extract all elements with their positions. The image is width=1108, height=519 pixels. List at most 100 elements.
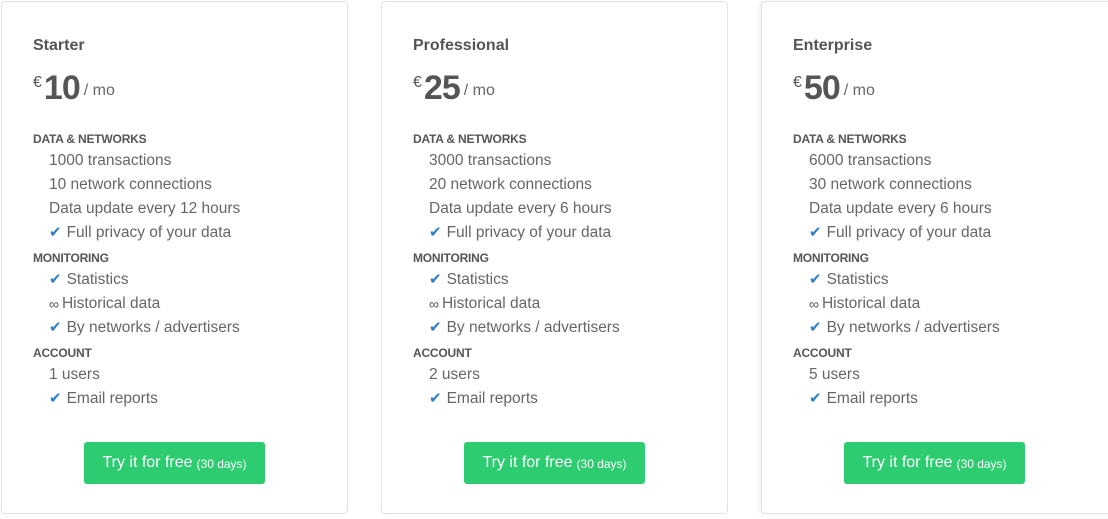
feature-item: ✔ Statistics xyxy=(33,268,337,292)
feature-item: Data update every 6 hours xyxy=(793,197,1108,221)
feature-item: ✔ By networks / advertisers xyxy=(793,316,1108,340)
feature-section: ACCOUNT 1 users ✔ Email reports xyxy=(33,344,337,411)
feature-item: Data update every 12 hours xyxy=(33,197,337,221)
feature-item: ∞ Historical data xyxy=(413,292,717,316)
feature-text: Historical data xyxy=(821,295,921,312)
feature-text: 1 users xyxy=(49,366,100,383)
feature-item: 1000 transactions xyxy=(33,149,337,173)
check-icon: ✔ xyxy=(809,319,822,336)
button-label: Try it for free xyxy=(482,454,573,471)
feature-section: MONITORING ✔ Statistics ∞ Historical data ✔ By… xyxy=(793,249,1108,340)
feature-item: ✔ Email reports xyxy=(793,387,1108,411)
feature-item: 6000 transactions xyxy=(793,149,1108,173)
feature-item: 10 network connections xyxy=(33,173,337,197)
feature-section: DATA & NETWORKS 1000 transactions 10 netwo… xyxy=(33,130,337,245)
feature-section: MONITORING ✔ Statistics ∞ Historical data ✔ By… xyxy=(413,249,717,340)
feature-text: 6000 transactions xyxy=(809,152,932,169)
pricing-card-professional: Professional € 25 / mo DATA & NETWORKS 30… xyxy=(381,1,728,514)
feature-text: Email reports xyxy=(826,390,918,407)
try-free-button[interactable]: Try it for free (30 days) xyxy=(84,442,265,484)
feature-item: ✔ By networks / advertisers xyxy=(33,316,337,340)
infinity-icon: ∞ xyxy=(809,296,819,312)
check-icon: ✔ xyxy=(809,271,822,288)
feature-text: Data update every 6 hours xyxy=(429,200,612,217)
infinity-icon: ∞ xyxy=(49,296,59,312)
feature-item: ✔ Full privacy of your data xyxy=(793,221,1108,245)
plan-price: € 25 / mo xyxy=(413,68,495,108)
feature-text: Statistics xyxy=(826,271,889,288)
section-title: MONITORING xyxy=(33,251,109,265)
button-note: (30 days) xyxy=(956,457,1007,471)
feature-item: 30 network connections xyxy=(793,173,1108,197)
section-title: ACCOUNT xyxy=(793,346,852,360)
price-amount: 25 xyxy=(423,69,461,107)
pricing-card-enterprise: Enterprise € 50 / mo DATA & NETWORKS 6000… xyxy=(761,1,1108,514)
button-label: Try it for free xyxy=(862,454,953,471)
feature-text: Statistics xyxy=(66,271,129,288)
feature-section: ACCOUNT 5 users ✔ Email reports xyxy=(793,344,1108,411)
feature-item: 20 network connections xyxy=(413,173,717,197)
check-icon: ✔ xyxy=(49,390,62,407)
feature-text: 2 users xyxy=(429,366,480,383)
check-icon: ✔ xyxy=(429,319,442,336)
feature-text: Full privacy of your data xyxy=(66,224,232,241)
feature-item: ✔ Email reports xyxy=(33,387,337,411)
feature-text: Full privacy of your data xyxy=(446,224,612,241)
feature-item: ✔ Statistics xyxy=(793,268,1108,292)
feature-text: Data update every 12 hours xyxy=(49,200,241,217)
check-icon: ✔ xyxy=(429,224,442,241)
feature-item: 5 users xyxy=(793,363,1108,387)
feature-item: 1 users xyxy=(33,363,337,387)
feature-text: 20 network connections xyxy=(429,176,592,193)
feature-section: DATA & NETWORKS 6000 transactions 30 netwo… xyxy=(793,130,1108,245)
currency-symbol: € xyxy=(33,74,42,91)
feature-text: Historical data xyxy=(441,295,541,312)
feature-text: Email reports xyxy=(66,390,158,407)
check-icon: ✔ xyxy=(49,224,62,241)
feature-item: 3000 transactions xyxy=(413,149,717,173)
feature-item: 2 users xyxy=(413,363,717,387)
check-icon: ✔ xyxy=(49,319,62,336)
try-free-button[interactable]: Try it for free (30 days) xyxy=(464,442,645,484)
button-label: Try it for free xyxy=(102,454,193,471)
price-period: / mo xyxy=(843,82,875,99)
feature-item: ✔ Statistics xyxy=(413,268,717,292)
feature-text: Statistics xyxy=(446,271,509,288)
feature-text: By networks / advertisers xyxy=(446,319,620,336)
feature-text: 3000 transactions xyxy=(429,152,552,169)
currency-symbol: € xyxy=(413,74,422,91)
feature-text: 5 users xyxy=(809,366,860,383)
feature-list: DATA & NETWORKS 1000 transactions 10 netwo… xyxy=(33,130,337,411)
check-icon: ✔ xyxy=(809,390,822,407)
feature-item: ✔ Full privacy of your data xyxy=(413,221,717,245)
feature-text: Historical data xyxy=(61,295,161,312)
check-icon: ✔ xyxy=(49,271,62,288)
plan-name: Starter xyxy=(33,37,85,54)
feature-text: By networks / advertisers xyxy=(826,319,1000,336)
feature-text: 10 network connections xyxy=(49,176,212,193)
price-period: / mo xyxy=(463,82,495,99)
section-title: MONITORING xyxy=(413,251,489,265)
feature-item: ✔ Full privacy of your data xyxy=(33,221,337,245)
section-title: DATA & NETWORKS xyxy=(33,132,147,146)
button-note: (30 days) xyxy=(196,457,247,471)
try-free-button[interactable]: Try it for free (30 days) xyxy=(844,442,1025,484)
feature-text: Data update every 6 hours xyxy=(809,200,992,217)
check-icon: ✔ xyxy=(429,390,442,407)
section-title: ACCOUNT xyxy=(413,346,472,360)
check-icon: ✔ xyxy=(809,224,822,241)
plan-price: € 10 / mo xyxy=(33,68,115,108)
feature-item: ✔ Email reports xyxy=(413,387,717,411)
feature-section: ACCOUNT 2 users ✔ Email reports xyxy=(413,344,717,411)
check-icon: ✔ xyxy=(429,271,442,288)
feature-section: MONITORING ✔ Statistics ∞ Historical data ✔ By… xyxy=(33,249,337,340)
feature-text: Email reports xyxy=(446,390,538,407)
section-title: MONITORING xyxy=(793,251,869,265)
price-period: / mo xyxy=(83,82,115,99)
feature-section: DATA & NETWORKS 3000 transactions 20 netwo… xyxy=(413,130,717,245)
feature-text: Full privacy of your data xyxy=(826,224,992,241)
pricing-card-starter: Starter € 10 / mo DATA & NETWORKS 1000 tr… xyxy=(1,1,348,514)
plan-price: € 50 / mo xyxy=(793,68,875,108)
feature-text: 1000 transactions xyxy=(49,152,172,169)
feature-list: DATA & NETWORKS 3000 transactions 20 netwo… xyxy=(413,130,717,411)
